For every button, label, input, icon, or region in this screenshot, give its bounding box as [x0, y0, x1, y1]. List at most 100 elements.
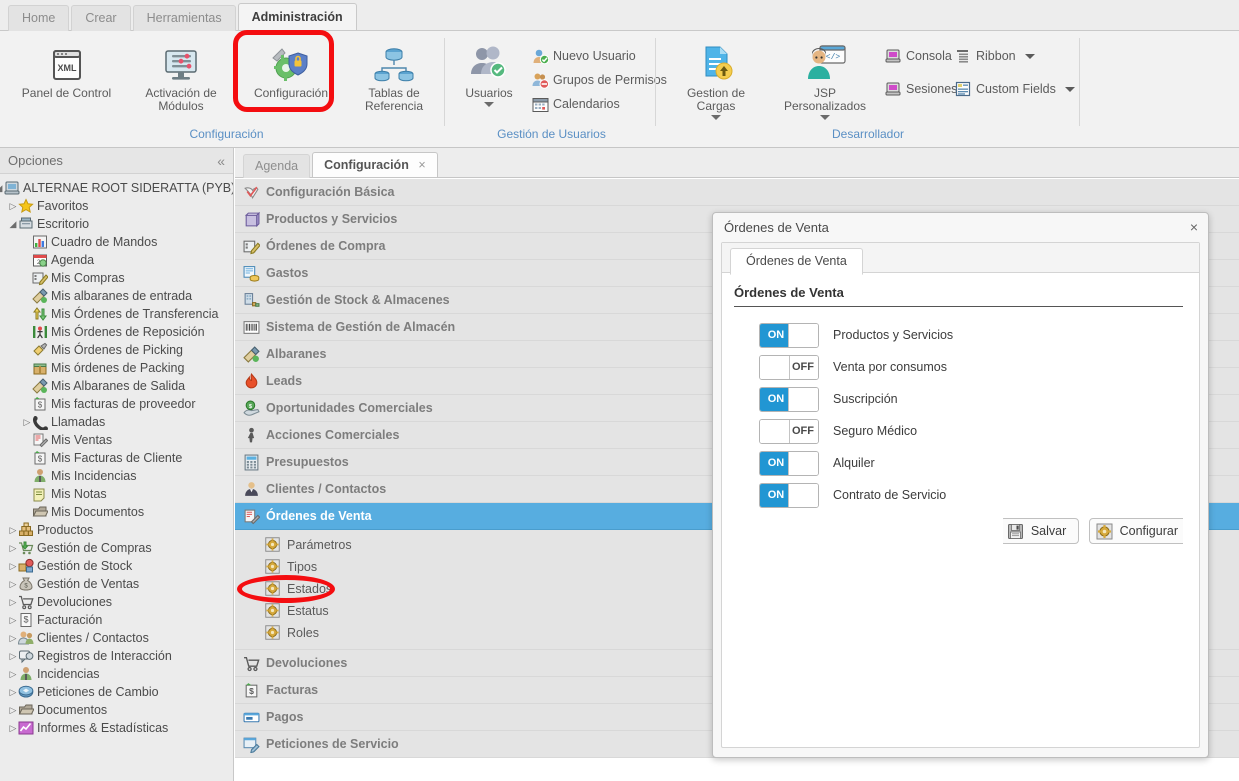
toggle-switch-productos-y-servicios[interactable]: ON: [759, 323, 819, 348]
tree-item-label: Devoluciones: [37, 595, 113, 609]
tree-item-mis-albaranes-de-salida[interactable]: Mis Albaranes de Salida: [0, 377, 233, 395]
chevron-down-icon[interactable]: [711, 115, 721, 120]
moneybag-icon: $: [18, 576, 34, 592]
computer-icon: [4, 180, 20, 196]
ribbon-button-custom-fields[interactable]: Custom Fields: [953, 78, 1076, 101]
tree-item-documentos[interactable]: ▷ Documentos: [0, 701, 233, 719]
toggle-switch-contrato-de-servicio[interactable]: ON: [759, 483, 819, 508]
close-icon[interactable]: ×: [1190, 213, 1198, 242]
tree-item-peticiones-de-cambio[interactable]: ▷ Peticiones de Cambio: [0, 683, 233, 701]
ribbon-button-sesiones[interactable]: Sesiones: [883, 78, 957, 101]
ribbon-button-nuevo-usuario[interactable]: Nuevo Usuario: [530, 45, 636, 68]
tree-item-label: Informes & Estadísticas: [37, 721, 169, 735]
ribbon-button-ribbon[interactable]: Ribbon: [953, 45, 1036, 68]
file-upload-icon: [664, 43, 768, 87]
ribbon-button-label: Usuarios: [465, 86, 513, 100]
sub-list-item-label: Estados: [287, 582, 333, 596]
tree-item-mis-notas[interactable]: Mis Notas: [0, 485, 233, 503]
documents-icon: [18, 702, 35, 718]
toggle-switch-seguro-m-dico[interactable]: OFF: [759, 419, 819, 444]
tree-item-gesti-n-de-compras[interactable]: ▷ Gestión de Compras: [0, 539, 233, 557]
ribbon-button-consola[interactable]: Consola: [883, 45, 952, 68]
ribbon-button-label: JSP Personalizados: [783, 86, 867, 113]
group-divider: [1079, 38, 1080, 126]
ribbon-button-configuracion[interactable]: Configuración: [245, 39, 337, 119]
tree-item-escritorio[interactable]: ◢ Escritorio: [0, 215, 233, 233]
configurar-button[interactable]: Configurar: [1088, 518, 1183, 544]
ribbon-button-gestion-de-cargas[interactable]: Gestion de Cargas: [664, 39, 768, 120]
tree-item-mis-facturas-de-cliente[interactable]: $ Mis Facturas de Cliente: [0, 449, 233, 467]
tree-item-productos[interactable]: ▷ Productos: [0, 521, 233, 539]
products-icon: [18, 522, 34, 538]
chevron-down-icon[interactable]: [484, 102, 494, 107]
tree-item-gesti-n-de-ventas[interactable]: ▷ $ Gestión de Ventas: [0, 575, 233, 593]
ribbon-button-usuarios[interactable]: Usuarios: [453, 39, 525, 119]
ribbon-button-calendarios[interactable]: Calendarios: [530, 93, 620, 116]
list-row-label: Clientes / Contactos: [266, 482, 387, 496]
options-tree: ◢ALTERNAE ROOT SIDERATTA (PYB)▷Favoritos…: [0, 175, 233, 781]
tree-item-incidencias[interactable]: ▷ Incidencias: [0, 665, 233, 683]
tree-item-mis-facturas-de-proveedor[interactable]: $ Mis facturas de proveedor: [0, 395, 233, 413]
tree-item-label: Registros de Interacción: [37, 649, 172, 663]
tree-item-cuadro-de-mandos[interactable]: Cuadro de Mandos: [0, 233, 233, 251]
tree-item-mis-ventas[interactable]: Mis Ventas: [0, 431, 233, 449]
tree-item-mis-compras[interactable]: Mis Compras: [0, 269, 233, 287]
ribbon-tab-herramientas[interactable]: Herramientas: [132, 5, 236, 31]
ribbon-button-label: Gestion de Cargas: [686, 86, 746, 113]
tree-item-mis-albaranes-de-entrada[interactable]: Mis albaranes de entrada: [0, 287, 233, 305]
tree-item-label: Incidencias: [37, 667, 100, 681]
tree-item-mis-rdenes-de-reposici-n[interactable]: Mis Órdenes de Reposición: [0, 323, 233, 341]
ribbon-button-grupos-de-permisos[interactable]: Grupos de Permisos: [530, 69, 667, 92]
tree-item-clientes-contactos[interactable]: ▷ Clientes / Contactos: [0, 629, 233, 647]
list-row-configuraci-n-b-sica[interactable]: Configuración Básica: [235, 179, 1239, 206]
collapse-sidebar-icon[interactable]: «: [217, 148, 225, 174]
toggle-label: Venta por consumos: [833, 360, 947, 374]
ribbon-tab-home[interactable]: Home: [8, 5, 70, 31]
svg-text:$: $: [38, 455, 43, 464]
list-row-label: Pagos: [266, 710, 304, 724]
tree-item-mis-rdenes-de-picking[interactable]: Mis Órdenes de Picking: [0, 341, 233, 359]
ribbon-tab-crear[interactable]: Crear: [71, 5, 131, 31]
save-button[interactable]: Salvar: [1003, 518, 1080, 544]
incident-icon: [32, 468, 48, 484]
tree-item-mis-rdenes-de-transferencia[interactable]: Mis Órdenes de Transferencia: [0, 305, 233, 323]
dialog-tab-ordenes-de-venta[interactable]: Órdenes de Venta: [730, 248, 863, 275]
tree-item-devoluciones[interactable]: ▷ Devoluciones: [0, 593, 233, 611]
toggle-knob: [760, 420, 790, 443]
chevron-down-icon[interactable]: [820, 115, 830, 120]
ribbon-button-activacion-de-modulos[interactable]: Activación de Módulos: [121, 39, 241, 119]
tree-item-mis-rdenes-de-packing[interactable]: Mis órdenes de Packing: [0, 359, 233, 377]
ribbon-button-panel-de-control[interactable]: XML Panel de Control: [14, 39, 119, 119]
chevron-down-icon[interactable]: [1025, 54, 1036, 60]
tree-item-llamadas[interactable]: ▷ Llamadas: [0, 413, 233, 431]
tree-item-gesti-n-de-stock[interactable]: ▷ Gestión de Stock: [0, 557, 233, 575]
tab-agenda[interactable]: Agenda: [243, 154, 311, 178]
close-icon[interactable]: ×: [418, 158, 425, 172]
tree-item-facturaci-n[interactable]: ▷ $ Facturación: [0, 611, 233, 629]
toggle-label: Seguro Médico: [833, 424, 918, 438]
tree-item-alternae-root-sideratta-pyb[interactable]: ◢ALTERNAE ROOT SIDERATTA (PYB): [0, 179, 233, 197]
tree-item-mis-incidencias[interactable]: Mis Incidencias: [0, 467, 233, 485]
tree-item-informes-estad-sticas[interactable]: ▷ Informes & Estadísticas: [0, 719, 233, 737]
tree-item-registros-de-interacci-n[interactable]: ▷ Registros de Interacción: [0, 647, 233, 665]
group-divider: [655, 38, 656, 126]
chevron-down-icon[interactable]: [1065, 87, 1076, 93]
toggle-switch-alquiler[interactable]: ON: [759, 451, 819, 476]
dialog-tab-bar: Órdenes de Venta: [722, 243, 1199, 275]
sales-icon: [32, 432, 49, 448]
ribbon-button-jsp-personalizados[interactable]: </> JSP Personalizados: [770, 39, 880, 120]
ribbon-button-tablas-de-referencia[interactable]: Tablas de Referencia: [339, 39, 449, 119]
tree-item-mis-documentos[interactable]: Mis Documentos: [0, 503, 233, 521]
tree-item-agenda[interactable]: 2 Agenda: [0, 251, 233, 269]
sales-order-icon: [243, 508, 261, 535]
tree-item-favoritos[interactable]: ▷ Favoritos: [0, 197, 233, 215]
svg-text:$: $: [38, 401, 43, 410]
toggle-switch-venta-por-consumos[interactable]: OFF: [759, 355, 819, 380]
toggle-switch-suscripci-n[interactable]: ON: [759, 387, 819, 412]
ribbon-tab-administracion[interactable]: Administración: [237, 3, 357, 30]
dialog-actions-clip: Salvar Configurar: [1003, 516, 1183, 546]
tab-configuracion[interactable]: Configuración ×: [312, 152, 438, 177]
ribbon-group-configuracion: XML Panel de Control Activación de Módul…: [8, 31, 445, 147]
dialog-title-bar: Órdenes de Venta ×: [713, 213, 1208, 242]
console-icon: [885, 48, 901, 72]
